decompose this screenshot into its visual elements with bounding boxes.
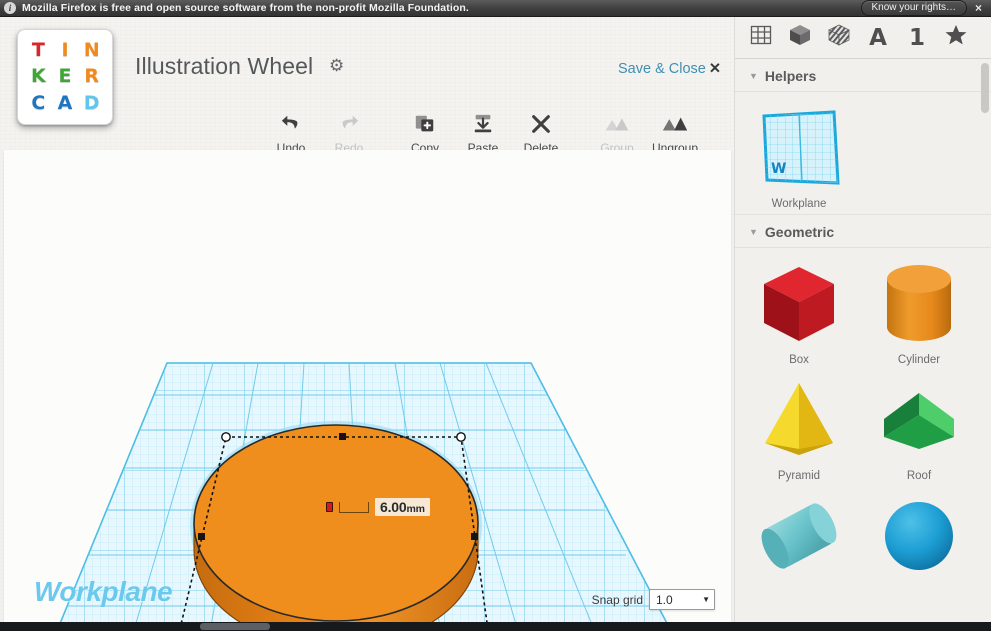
shapes-panel-sections: ▼ Helpers W Workplane ▼ Geometric Box Cylinder P… <box>735 59 991 590</box>
chevron-down-icon: ▼ <box>702 595 710 604</box>
cylinder-object <box>190 421 482 626</box>
tinkercad-logo[interactable]: TIN KER CAD <box>17 29 113 125</box>
page-title: Illustration Wheel <box>135 53 314 79</box>
box-icon <box>758 256 840 352</box>
number-tab-glyph: 1 <box>908 24 925 51</box>
snap-grid-select[interactable]: 1.0 ▼ <box>649 589 715 610</box>
dimension-number: 6.00 <box>380 499 407 515</box>
cube-icon <box>788 23 812 52</box>
save-and-close-label: Save & Close <box>618 61 706 77</box>
edit-toolbar: Undo Redo Copy Paste Delete Group Ungroup <box>262 103 704 155</box>
height-handle-icon[interactable] <box>326 502 333 512</box>
info-icon: i <box>4 2 16 14</box>
toolbar-copy-button[interactable]: Copy <box>396 103 454 155</box>
logo-letter-e-4: E <box>58 65 72 88</box>
3d-editor-canvas[interactable]: Workplane 6.00mm Snap grid 1.0 ▼ <box>4 150 731 626</box>
workplane-watermark: Workplane <box>34 576 173 607</box>
toolbar-delete-button[interactable]: Delete <box>512 103 570 155</box>
svg-text:W: W <box>771 161 786 177</box>
logo-letter-k-3: K <box>30 65 46 88</box>
browser-notification-message: Mozilla Firefox is free and open source … <box>22 2 469 14</box>
panel-scrollbar-thumb[interactable] <box>981 63 989 113</box>
toolbar-undo-button[interactable]: Undo <box>262 103 320 155</box>
logo-letters: TIN KER CAD <box>25 37 105 117</box>
logo-letter-c-6: C <box>31 92 46 115</box>
know-your-rights-button[interactable]: Know your rights… <box>860 0 967 16</box>
shapes-panel: A1 ▼ Helpers W Workplane ▼ Geometric Box Cylind… <box>734 17 991 631</box>
section-title: Helpers <box>764 68 817 84</box>
pyramid-icon <box>759 372 839 468</box>
cylinder-icon <box>881 256 957 352</box>
redo-icon <box>338 109 360 139</box>
gear-icon[interactable]: ⚙ <box>329 57 344 74</box>
shape-label: Workplane <box>771 198 827 210</box>
paste-icon <box>472 109 494 139</box>
shape-label: Cylinder <box>897 354 941 366</box>
toolbar-redo-button: Redo <box>320 103 378 155</box>
striped-cube-icon <box>827 23 851 52</box>
shape-shelf-helpers: W Workplane <box>735 92 991 214</box>
dimension-unit: mm <box>406 503 425 515</box>
height-dimension-widget[interactable]: 6.00mm <box>326 498 430 516</box>
chevron-down-icon: ▼ <box>749 227 758 237</box>
workplane-icon: W <box>755 100 843 196</box>
copy-icon <box>414 109 436 139</box>
browser-notification-bar: i Mozilla Firefox is free and open sourc… <box>0 0 991 17</box>
undo-icon <box>280 109 302 139</box>
text-tab-glyph: A <box>869 24 887 51</box>
logo-letter-a-7: A <box>57 92 73 115</box>
roof-icon <box>876 372 962 468</box>
shape-item-box[interactable]: Box <box>743 256 855 366</box>
snap-grid-label: Snap grid <box>591 592 643 607</box>
dimension-value[interactable]: 6.00mm <box>375 498 430 516</box>
save-and-close-button[interactable]: Save & Close ✕ <box>618 61 721 77</box>
shape-item-tube[interactable] <box>743 488 855 586</box>
workplane-scene <box>20 362 718 626</box>
delete-icon <box>530 109 552 139</box>
close-notification-icon[interactable]: × <box>975 2 982 14</box>
shapes-panel-tabs: A1 <box>735 17 991 59</box>
snap-grid-value: 1.0 <box>656 592 673 607</box>
ungroup-icon <box>662 109 688 139</box>
tube-icon <box>756 488 842 584</box>
number-tab[interactable]: 1 <box>899 21 935 55</box>
group-icon <box>604 109 630 139</box>
close-icon: ✕ <box>708 61 722 77</box>
shape-item-roof[interactable]: Roof <box>863 372 975 482</box>
star-icon <box>944 23 968 52</box>
grid-icon <box>749 23 773 52</box>
toolbar-group-button: Group <box>588 103 646 155</box>
shape-label: Pyramid <box>777 470 821 482</box>
logo-letter-i-1: I <box>61 38 69 61</box>
shape-label: Roof <box>906 470 932 482</box>
snap-grid-control: Snap grid 1.0 ▼ <box>592 589 715 610</box>
logo-letter-n-2: N <box>83 38 100 61</box>
logo-letter-t-0: T <box>31 38 45 61</box>
logo-letter-r-5: R <box>84 65 99 88</box>
dimension-leader-line <box>339 501 369 513</box>
logo-letter-d-8: D <box>83 92 100 115</box>
solid-cube-tab[interactable] <box>782 21 818 55</box>
horizontal-scroll-thumb[interactable] <box>200 623 270 630</box>
shape-shelf-geometric: Box Cylinder Pyramid Roof <box>735 248 991 590</box>
grid-tab[interactable] <box>743 21 779 55</box>
shape-item-cylinder[interactable]: Cylinder <box>863 256 975 366</box>
tinkercad-app: Illustration Wheel ⚙ TINKERCAD Save & Cl… <box>0 17 991 631</box>
hole-cube-tab[interactable] <box>821 21 857 55</box>
text-tab[interactable]: A <box>860 21 896 55</box>
shape-item-sphere[interactable] <box>863 488 975 586</box>
favorites-tab[interactable] <box>938 21 974 55</box>
shape-item-workplane[interactable]: W Workplane <box>743 100 855 210</box>
shape-label: Box <box>789 354 809 366</box>
section-header-geometric[interactable]: ▼ Geometric <box>735 214 991 248</box>
chevron-down-icon: ▼ <box>749 71 758 81</box>
shape-item-pyramid[interactable]: Pyramid <box>743 372 855 482</box>
section-header-helpers[interactable]: ▼ Helpers <box>735 59 991 92</box>
sphere-icon <box>880 488 958 584</box>
toolbar-paste-button[interactable]: Paste <box>454 103 512 155</box>
section-title: Geometric <box>764 224 835 240</box>
window-bottom-scrollbar[interactable] <box>0 622 991 631</box>
toolbar-ungroup-button[interactable]: Ungroup <box>646 103 704 155</box>
